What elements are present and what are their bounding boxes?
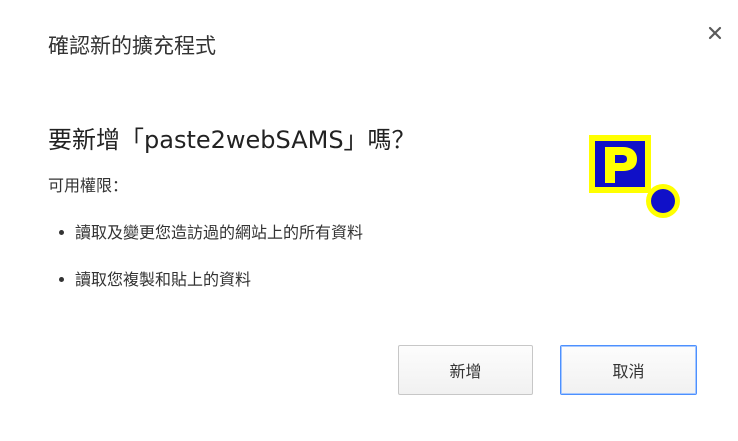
permission-item: 讀取及變更您造訪過的網站上的所有資料 (48, 222, 363, 244)
permissions-list: 讀取及變更您造訪過的網站上的所有資料 讀取您複製和貼上的資料 (48, 222, 363, 291)
permission-text: 讀取及變更您造訪過的網站上的所有資料 (75, 223, 364, 242)
extension-logo-icon (589, 135, 680, 218)
dialog-title: 確認新的擴充程式 (48, 34, 216, 58)
install-extension-dialog: 確認新的擴充程式 要新增「paste2webSAMS」嗎？ 可用權限： 讀取及變… (0, 0, 738, 441)
permission-item: 讀取您複製和貼上的資料 (48, 269, 363, 291)
permissions-heading: 可用權限： (48, 176, 129, 195)
add-extension-button[interactable]: 新增 (398, 345, 533, 395)
bullet-icon (59, 230, 64, 235)
close-icon (708, 26, 722, 40)
bullet-icon (59, 277, 64, 282)
close-button[interactable] (700, 18, 730, 48)
permission-text: 讀取您複製和貼上的資料 (75, 270, 252, 289)
install-prompt: 要新增「paste2webSAMS」嗎？ (48, 126, 416, 154)
cancel-button[interactable]: 取消 (560, 345, 697, 395)
